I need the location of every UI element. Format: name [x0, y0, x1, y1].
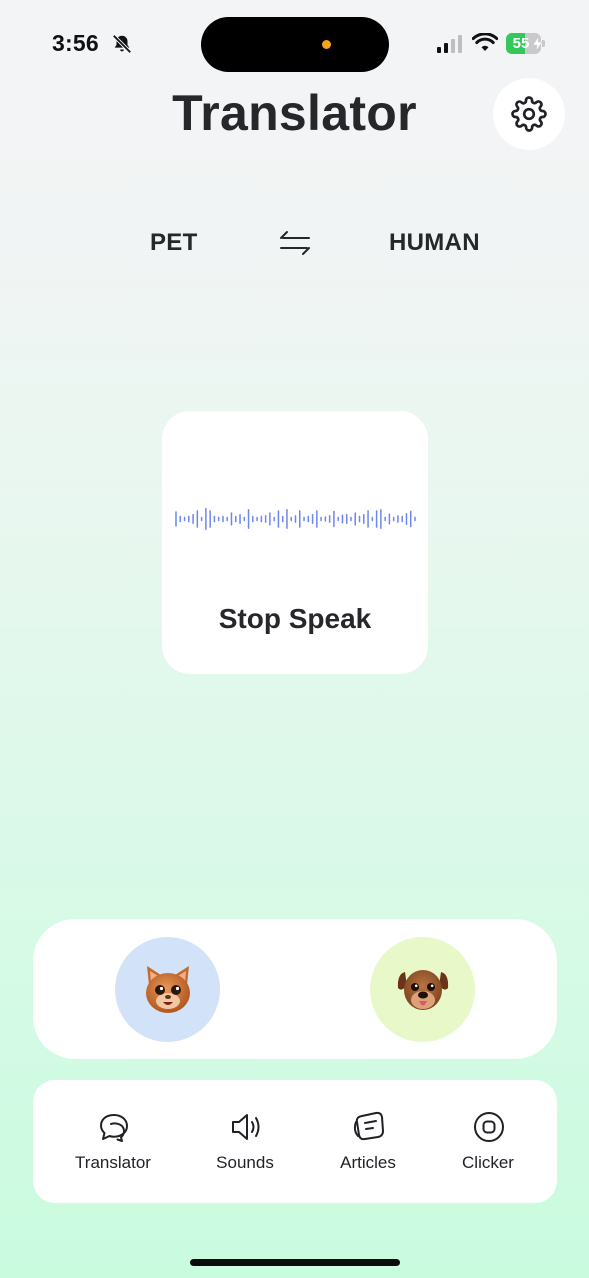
- waveform-bar: [175, 511, 177, 527]
- waveform-bar: [183, 516, 186, 522]
- waveform-bar: [213, 515, 216, 523]
- pet-selector-card: [33, 919, 557, 1059]
- waveform-bar: [299, 510, 301, 528]
- waveform-bar: [320, 516, 322, 522]
- waveform-bar: [256, 516, 258, 522]
- waveform-bar: [260, 515, 263, 523]
- waveform-bar: [328, 515, 331, 523]
- waveform-bar: [217, 516, 220, 522]
- waveform-bar: [337, 516, 339, 522]
- waveform-bar: [243, 516, 246, 522]
- waveform-bar: [363, 514, 365, 524]
- waveform-bar: [414, 516, 416, 522]
- wifi-icon: [472, 33, 498, 51]
- charging-bolt-icon: [533, 36, 542, 51]
- waveform-bar: [307, 515, 310, 523]
- cat-face-icon: [145, 965, 190, 1013]
- waveform-bar: [277, 510, 280, 528]
- clicker-icon: [474, 1112, 504, 1142]
- waveform-bar: [401, 515, 403, 523]
- waveform-bar: [384, 516, 386, 522]
- source-language-label[interactable]: PET: [150, 229, 198, 257]
- gear-icon: [511, 96, 547, 132]
- waveform-bar: [230, 512, 233, 526]
- waveform-bar: [179, 515, 182, 523]
- tab-articles[interactable]: Articles: [313, 1110, 423, 1180]
- waveform-bar: [205, 508, 207, 530]
- waveform-bar: [273, 516, 275, 522]
- waveform-bar: [269, 512, 271, 526]
- waveform-bar: [397, 515, 399, 523]
- waveform-bar: [341, 514, 344, 524]
- waveform-bar: [371, 516, 374, 522]
- waveform-bar: [375, 510, 378, 528]
- tab-sounds[interactable]: Sounds: [190, 1110, 300, 1180]
- settings-button[interactable]: [493, 78, 565, 150]
- status-time: 3:56: [52, 30, 99, 56]
- waveform-bar: [264, 515, 267, 523]
- waveform-bar: [252, 515, 254, 523]
- waveform-bar: [354, 512, 356, 526]
- waveform-bar: [350, 516, 352, 522]
- article-icon: [353, 1111, 384, 1141]
- bottom-tab-bar: Translator Sounds Articles Clicker: [33, 1080, 557, 1203]
- battery-text: 55: [512, 35, 530, 52]
- waveform-bar: [345, 514, 348, 524]
- waveform-bar: [333, 510, 335, 528]
- target-language-label[interactable]: HUMAN: [389, 229, 480, 257]
- waveform-bar: [409, 510, 412, 528]
- waveform-bar: [200, 516, 203, 522]
- speaker-icon: [232, 1114, 260, 1140]
- waveform-bar: [281, 515, 284, 523]
- waveform-bar: [286, 509, 288, 529]
- waveform-bar: [196, 510, 199, 528]
- waveform-bar: [235, 515, 237, 523]
- bell-slash-icon: [112, 34, 132, 54]
- tab-sounds-label: Sounds: [216, 1153, 274, 1172]
- dog-face-icon: [397, 969, 448, 1010]
- chat-bubbles-icon: [100, 1114, 128, 1142]
- tab-clicker[interactable]: Clicker: [433, 1110, 543, 1180]
- record-button-card[interactable]: Stop Speak: [162, 411, 428, 674]
- waveform-bar: [222, 515, 224, 523]
- swap-arrows-icon[interactable]: [276, 226, 314, 260]
- waveform-bar: [294, 515, 297, 523]
- waveform-bar: [239, 514, 241, 524]
- waveform-bar: [303, 516, 305, 522]
- home-indicator: [190, 1259, 400, 1266]
- battery-indicator: 55: [506, 33, 545, 54]
- dynamic-island: [201, 17, 389, 72]
- battery-tip: [542, 40, 545, 47]
- waveform-bar: [192, 514, 194, 524]
- waveform-bar: [209, 510, 211, 528]
- tab-translator-label: Translator: [75, 1153, 151, 1172]
- signal-icon: [437, 35, 462, 53]
- cat-button[interactable]: [115, 937, 220, 1042]
- waveform-bar: [358, 515, 361, 523]
- waveform-bar: [311, 514, 314, 524]
- waveform-bar: [392, 516, 395, 522]
- waveform-bar: [247, 509, 250, 529]
- waveform-bar: [226, 516, 228, 522]
- tab-translator[interactable]: Translator: [58, 1110, 168, 1180]
- waveform-bar: [324, 516, 327, 522]
- tab-articles-label: Articles: [340, 1153, 396, 1172]
- privacy-indicator-dot: [322, 40, 331, 49]
- dog-button[interactable]: [370, 937, 475, 1042]
- waveform-bar: [367, 510, 369, 528]
- waveform-bar: [388, 513, 391, 525]
- stop-speak-label: Stop Speak: [218, 603, 372, 634]
- waveform-bar: [405, 512, 408, 526]
- waveform-bar: [188, 515, 190, 523]
- audio-waveform: [175, 508, 416, 530]
- waveform-bar: [290, 516, 292, 522]
- tab-clicker-label: Clicker: [462, 1153, 514, 1172]
- waveform-bar: [316, 510, 318, 528]
- waveform-bar: [380, 509, 382, 529]
